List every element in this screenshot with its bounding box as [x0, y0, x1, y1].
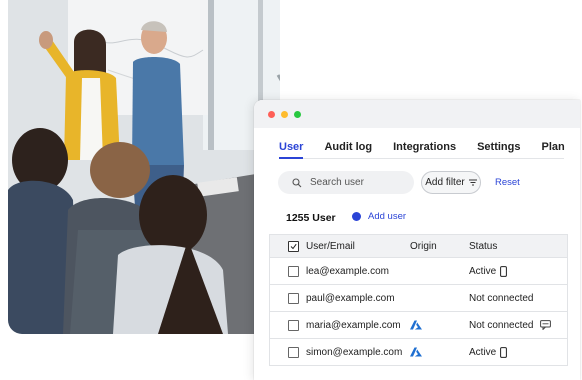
user-count: 1255 User [286, 212, 336, 224]
team-meeting-photo [8, 0, 280, 334]
status-text: Not connected [469, 319, 534, 331]
tab-user[interactable]: User [279, 138, 304, 159]
tab-plan[interactable]: Plan [541, 138, 564, 158]
reset-link[interactable]: Reset [495, 177, 520, 188]
status-text: Not connected [469, 292, 534, 304]
user-email: paul@example.com [306, 292, 395, 304]
add-user-label: Add user [368, 211, 407, 222]
row-checkbox[interactable] [288, 265, 299, 277]
app-window: User Audit log Integrations Settings Pla… [254, 100, 580, 380]
user-email: maria@example.com [306, 319, 401, 331]
window-titlebar [254, 100, 580, 128]
user-email: lea@example.com [306, 265, 389, 277]
row-checkbox[interactable] [288, 292, 299, 304]
users-table: User/Email Origin Status lea@example.com… [269, 234, 568, 366]
table-row[interactable]: lea@example.com Active [270, 258, 567, 285]
column-header-user[interactable]: User/Email [306, 235, 355, 257]
minimize-window-button[interactable] [281, 110, 288, 118]
phone-icon [500, 346, 508, 358]
status-text: Active [469, 346, 497, 358]
maximize-window-button[interactable] [294, 110, 301, 118]
tab-settings[interactable]: Settings [477, 138, 520, 158]
add-filter-label: Add filter [425, 177, 465, 188]
search-input[interactable] [308, 176, 412, 189]
tab-bar: User Audit log Integrations Settings Pla… [279, 138, 565, 159]
table-row[interactable]: maria@example.com Not connected [270, 312, 567, 339]
row-checkbox[interactable] [288, 346, 299, 358]
table-row[interactable]: simon@example.com Active [270, 339, 567, 366]
table-row[interactable]: paul@example.com Not connected [270, 285, 567, 312]
close-window-button[interactable] [268, 110, 275, 118]
select-all-checkbox[interactable] [288, 240, 299, 252]
phone-icon [500, 265, 508, 277]
row-checkbox[interactable] [288, 319, 299, 331]
filter-icon [468, 179, 477, 186]
column-header-status[interactable]: Status [469, 235, 497, 257]
add-filter-button[interactable]: Add filter [421, 171, 481, 194]
add-user-dot-icon [352, 212, 361, 221]
column-header-origin[interactable]: Origin [410, 235, 437, 257]
azure-icon [410, 320, 422, 330]
add-user-button[interactable]: Add user [352, 211, 406, 222]
search-box[interactable] [278, 171, 414, 194]
checkmark-icon [290, 243, 297, 249]
azure-icon [410, 347, 422, 357]
search-icon [292, 177, 302, 187]
message-icon[interactable] [540, 320, 551, 330]
tab-integrations[interactable]: Integrations [393, 138, 456, 158]
status-text: Active [469, 265, 497, 277]
user-email: simon@example.com [306, 346, 403, 358]
tab-audit-log[interactable]: Audit log [324, 138, 372, 158]
table-header: User/Email Origin Status [270, 234, 567, 258]
